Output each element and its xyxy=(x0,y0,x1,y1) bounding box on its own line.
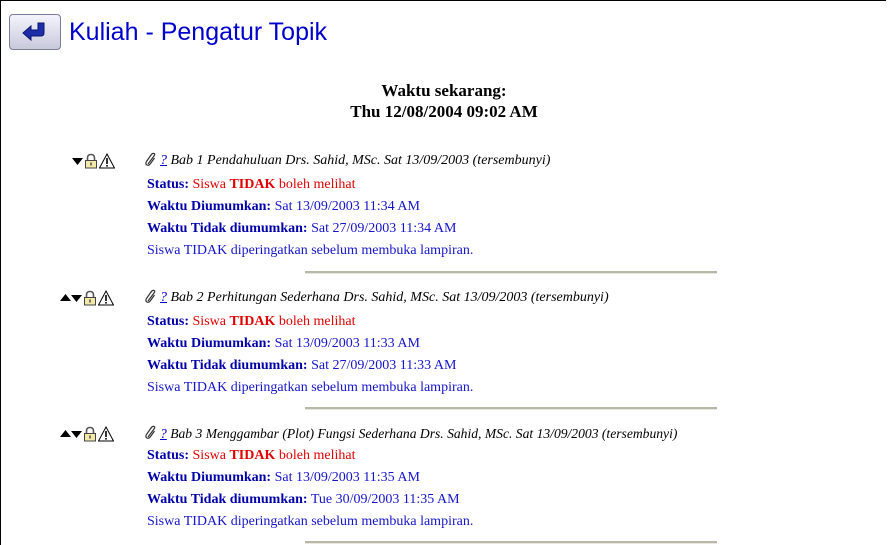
topic-title-line: ? Bab 2 Perhitungan Sederhana Drs. Sahid… xyxy=(160,289,609,307)
attachment-warning-line: Siswa TIDAK diperingatkan sebelum membuk… xyxy=(147,380,474,395)
topic-title: Bab 1 Pendahuluan Drs. Sahid, MSc. Sat 1… xyxy=(170,153,551,168)
status-pre: Siswa xyxy=(192,448,226,463)
status-tidak: TIDAK xyxy=(229,314,276,329)
warning-triangle-icon[interactable] xyxy=(99,152,115,169)
unannounce-value: Tue 30/09/2003 11:35 AM xyxy=(310,492,460,507)
current-time-value: Thu 12/08/2004 09:02 AM xyxy=(350,102,538,121)
announce-value: Sat 13/09/2003 11:35 AM xyxy=(274,470,420,485)
status-pre: Siswa xyxy=(192,177,226,192)
triangle-down-icon[interactable] xyxy=(72,156,83,166)
help-link[interactable]: ? xyxy=(160,290,167,305)
page-header: Kuliah - Pengatur Topik xyxy=(9,12,327,52)
warning-triangle-icon[interactable] xyxy=(98,289,114,306)
padlock-icon[interactable] xyxy=(83,153,99,169)
padlock-icon[interactable] xyxy=(82,426,98,442)
status-label: Status: xyxy=(147,314,190,329)
announce-label: Waktu Diumumkan: xyxy=(147,470,272,485)
topic-controls xyxy=(60,289,114,306)
status-tidak: TIDAK xyxy=(229,448,276,463)
status-post: boleh melihat xyxy=(278,314,356,329)
attachment-warning-line: Siswa TIDAK diperingatkan sebelum membuk… xyxy=(147,514,474,529)
topic-title-line: ? Bab 3 Menggambar (Plot) Fungsi Sederha… xyxy=(160,425,677,443)
topic-title-line: ? Bab 1 Pendahuluan Drs. Sahid, MSc. Sat… xyxy=(160,152,550,170)
padlock-icon[interactable] xyxy=(82,290,98,306)
help-link[interactable]: ? xyxy=(160,153,167,168)
unannounce-time-line: Waktu Tidak diumumkan: Sat 27/09/2003 11… xyxy=(147,357,456,375)
topic-title: Bab 3 Menggambar (Plot) Fungsi Sederhana… xyxy=(170,426,678,441)
page-title: Kuliah - Pengatur Topik xyxy=(69,18,328,46)
announce-value: Sat 13/09/2003 11:33 AM xyxy=(274,336,420,351)
topic-divider xyxy=(305,541,717,544)
unannounce-time-line: Waktu Tidak diumumkan: Sat 27/09/2003 11… xyxy=(147,220,456,238)
unannounce-label: Waktu Tidak diumumkan: xyxy=(147,221,308,236)
status-tidak: TIDAK xyxy=(229,177,276,192)
announce-time-line: Waktu Diumumkan: Sat 13/09/2003 11:35 AM xyxy=(147,469,420,487)
status-label: Status: xyxy=(147,177,190,192)
status-post: boleh melihat xyxy=(278,448,356,463)
triangle-down-icon[interactable] xyxy=(71,429,82,439)
triangle-down-icon[interactable] xyxy=(71,293,82,303)
unannounce-time-line: Waktu Tidak diumumkan: Tue 30/09/2003 11… xyxy=(147,491,460,509)
topic-controls xyxy=(72,152,115,169)
paperclip-icon[interactable] xyxy=(145,152,157,168)
triangle-up-icon[interactable] xyxy=(60,293,71,303)
status-post: boleh melihat xyxy=(278,177,356,192)
announce-label: Waktu Diumumkan: xyxy=(147,199,272,214)
current-time-label: Waktu sekarang: xyxy=(381,81,507,100)
announce-label: Waktu Diumumkan: xyxy=(147,336,272,351)
unannounce-label: Waktu Tidak diumumkan: xyxy=(147,492,308,507)
paperclip-icon[interactable] xyxy=(145,289,157,305)
topic-controls xyxy=(60,425,114,442)
status-line: Status: Siswa TIDAK boleh melihat xyxy=(147,176,355,194)
announce-time-line: Waktu Diumumkan: Sat 13/09/2003 11:33 AM xyxy=(147,335,420,353)
topic-divider xyxy=(305,271,717,274)
attachment-warning-line: Siswa TIDAK diperingatkan sebelum membuk… xyxy=(147,243,474,258)
warning-triangle-icon[interactable] xyxy=(98,425,114,442)
help-link[interactable]: ? xyxy=(160,426,167,441)
status-pre: Siswa xyxy=(192,314,226,329)
paperclip-icon[interactable] xyxy=(145,425,157,441)
status-line: Status: Siswa TIDAK boleh melihat xyxy=(147,447,355,465)
topic-divider xyxy=(305,407,717,410)
current-time-block: Waktu sekarang: Thu 12/08/2004 09:02 AM xyxy=(0,80,888,122)
unannounce-value: Sat 27/09/2003 11:33 AM xyxy=(311,358,457,373)
status-line: Status: Siswa TIDAK boleh melihat xyxy=(147,313,355,331)
triangle-up-icon[interactable] xyxy=(60,429,71,439)
topic-title: Bab 2 Perhitungan Sederhana Drs. Sahid, … xyxy=(170,290,609,305)
unannounce-label: Waktu Tidak diumumkan: xyxy=(147,358,308,373)
announce-value: Sat 13/09/2003 11:34 AM xyxy=(274,199,420,214)
unannounce-value: Sat 27/09/2003 11:34 AM xyxy=(311,221,457,236)
status-label: Status: xyxy=(147,448,190,463)
back-button[interactable] xyxy=(9,14,61,50)
announce-time-line: Waktu Diumumkan: Sat 13/09/2003 11:34 AM xyxy=(147,198,420,216)
return-arrow-icon xyxy=(22,22,45,42)
